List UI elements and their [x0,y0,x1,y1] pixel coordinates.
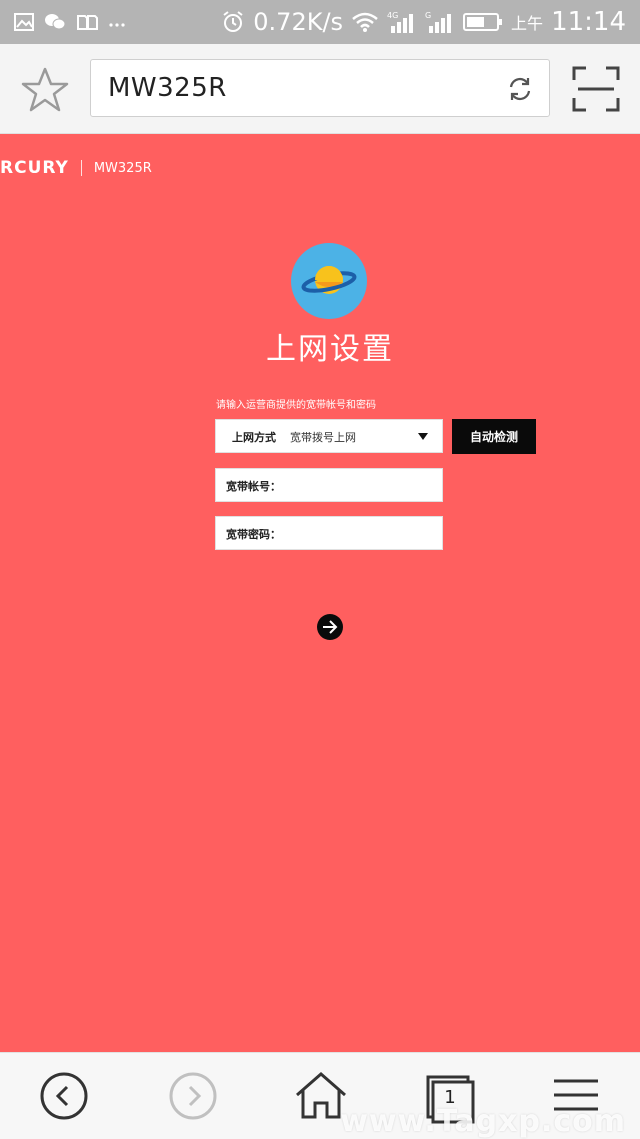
brand-logo: RCURY [0,158,69,178]
brand-divider [80,160,82,176]
account-label: 宽带帐号： [226,480,281,493]
signal-g-icon: G [425,11,452,33]
svg-text:4G: 4G [387,11,398,20]
connection-type-select[interactable]: 上网方式 宽带拨号上网 [215,419,443,453]
dropdown-caret-icon[interactable] [418,433,428,440]
connection-type-label: 上网方式 [232,431,276,444]
url-bar[interactable]: MW325R [90,59,550,117]
wifi-icon [352,12,378,32]
signal-4g-icon: 4G [387,11,414,33]
refresh-icon[interactable] [505,74,535,104]
alarm-icon [223,11,243,32]
browser-toolbar: MW325R [0,44,640,134]
url-text[interactable]: MW325R [108,73,227,103]
battery-icon [463,13,503,31]
gallery-icon [14,13,34,31]
am-pm: 上午 [511,14,544,33]
password-label: 宽带密码： [226,528,281,541]
back-icon[interactable] [36,1071,92,1127]
status-right: 0.72K/s 4G G 上午 11:14 [221,6,626,38]
account-field[interactable]: 宽带帐号： [215,468,443,502]
planet-icon [291,243,367,319]
more-icon [109,23,125,27]
scan-icon[interactable] [572,66,620,112]
wechat-icon [45,14,66,30]
brand-header: RCURY MW325R [0,158,152,178]
next-button[interactable] [317,614,343,640]
password-input[interactable] [288,522,434,544]
brand-model: MW325R [93,160,152,176]
connection-type-value[interactable]: 宽带拨号上网 [290,429,356,445]
auto-detect-button[interactable]: 自动检测 [452,419,536,454]
page-title: 上网设置 [266,332,394,367]
account-input[interactable] [288,474,434,496]
bottom-navigation: 1 www.Tagxp.com [0,1052,640,1139]
password-field[interactable]: 宽带密码： [215,516,443,550]
status-bar: 0.72K/s 4G G 上午 11:14 [0,0,640,44]
instruction-text: 请输入运营商提供的宽带帐号和密码 [216,400,376,411]
watermark: www.Tagxp.com [340,1104,626,1139]
forward-icon[interactable] [165,1071,221,1127]
svg-text:G: G [425,11,431,20]
router-setup-page: RCURY MW325R 上网设置 请输入运营商提供的宽带帐号和密码 上网方式 … [0,134,640,1052]
sim-icon [77,15,98,30]
status-left-icons [14,10,126,34]
network-speed: 0.72K/s [253,8,344,36]
arrow-right-icon[interactable] [322,620,338,634]
star-icon[interactable] [20,66,70,114]
clock: 11:14 [551,7,626,37]
